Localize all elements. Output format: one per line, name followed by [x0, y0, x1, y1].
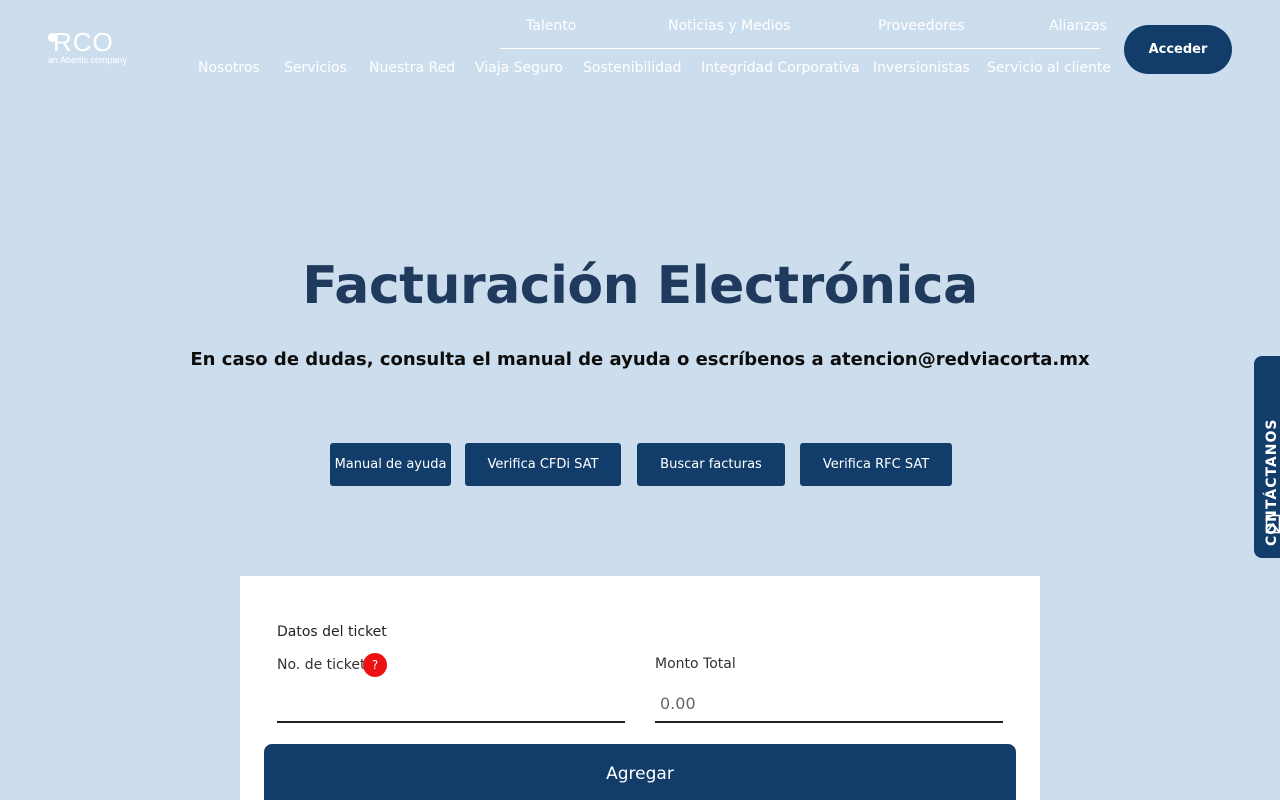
top-nav: Talento Noticias y Medios Proveedores Al…	[500, 0, 1107, 49]
main-nav-inversionistas[interactable]: Inversionistas	[873, 60, 970, 76]
main-nav: Nosotros Servicios Nuestra Red Viaja Seg…	[0, 60, 1280, 80]
top-nav-alianzas[interactable]: Alianzas	[1049, 18, 1107, 34]
ticket-number-input[interactable]	[277, 686, 625, 723]
verifica-cfdi-button[interactable]: Verifica CFDi SAT	[465, 443, 621, 486]
amount-label: Monto Total	[655, 656, 736, 672]
main-nav-nuestra-red[interactable]: Nuestra Red	[369, 60, 455, 76]
action-buttons: Manual de ayuda Verifica CFDi SAT Buscar…	[0, 443, 1280, 486]
buscar-facturas-button[interactable]: Buscar facturas	[637, 443, 785, 486]
ticket-form-card: Datos del ticket No. de ticket ? Monto T…	[240, 576, 1040, 800]
amount-input[interactable]	[655, 686, 1003, 723]
manual-ayuda-button[interactable]: Manual de ayuda	[330, 443, 451, 486]
add-ticket-button[interactable]: Agregar	[264, 744, 1016, 800]
ticket-help-icon[interactable]: ?	[363, 653, 387, 677]
login-button[interactable]: Acceder	[1124, 25, 1232, 74]
top-nav-noticias[interactable]: Noticias y Medios	[668, 18, 790, 34]
main-nav-nosotros[interactable]: Nosotros	[198, 60, 260, 76]
logo-text: RCO	[53, 27, 114, 57]
ticket-number-label: No. de ticket	[277, 657, 366, 673]
logo-wordmark: RCO	[48, 28, 127, 56]
mail-icon	[1265, 514, 1280, 534]
verifica-rfc-button[interactable]: Verifica RFC SAT	[800, 443, 952, 486]
page-title: Facturación Electrónica	[302, 256, 978, 316]
top-nav-talento[interactable]: Talento	[526, 18, 576, 34]
main-nav-servicio-cliente[interactable]: Servicio al cliente	[987, 60, 1111, 76]
main-nav-sostenibilidad[interactable]: Sostenibilidad	[583, 60, 682, 76]
ticket-section-title: Datos del ticket	[277, 624, 387, 640]
contact-side-tab[interactable]: CONTÁCTANOS	[1254, 356, 1280, 558]
page-subtitle: En caso de dudas, consulta el manual de …	[190, 349, 1090, 370]
top-nav-proveedores[interactable]: Proveedores	[878, 18, 965, 34]
main-nav-viaja-seguro[interactable]: Viaja Seguro	[475, 60, 563, 76]
main-nav-servicios[interactable]: Servicios	[284, 60, 347, 76]
main-nav-integridad[interactable]: Integridad Corporativa	[701, 60, 860, 76]
